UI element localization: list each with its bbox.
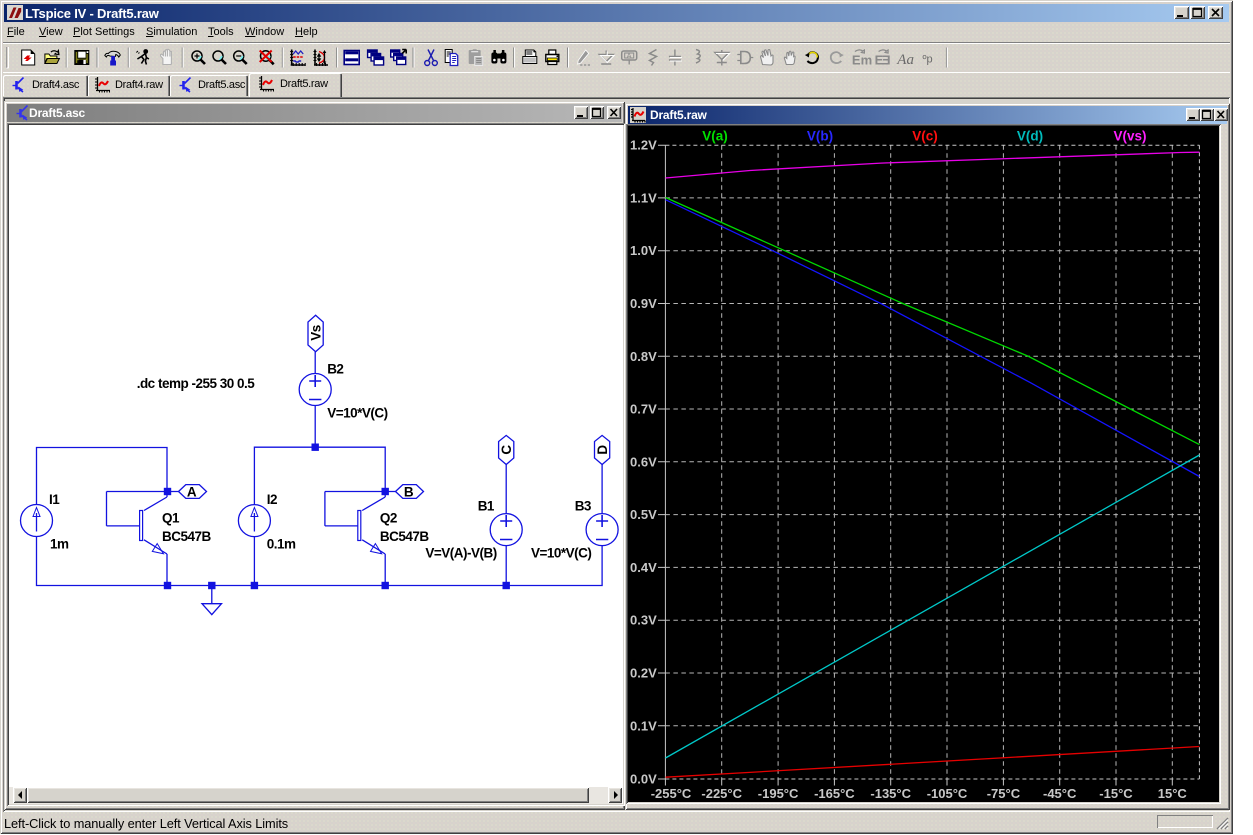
svg-text:-105°C: -105°C xyxy=(927,786,968,801)
svg-text:-15°C: -15°C xyxy=(1099,786,1133,801)
svg-text:.dc temp -255 30 0.5: .dc temp -255 30 0.5 xyxy=(137,376,256,391)
svg-text:0.0V: 0.0V xyxy=(630,772,657,787)
svg-text:I1: I1 xyxy=(49,492,60,507)
svg-text:0.1V: 0.1V xyxy=(630,718,657,733)
svg-text:ºp: ºp xyxy=(923,54,933,66)
svg-text:-75°C: -75°C xyxy=(987,786,1021,801)
svg-text:Ǝ: Ǝ xyxy=(882,53,891,68)
svg-text:B3: B3 xyxy=(575,499,592,514)
svg-text:I2: I2 xyxy=(267,492,277,507)
svg-text:0.4V: 0.4V xyxy=(630,560,657,575)
svg-text:0.6V: 0.6V xyxy=(630,454,657,469)
svg-text:Em: Em xyxy=(852,53,872,68)
svg-text:Q2: Q2 xyxy=(380,511,397,526)
svg-text:C: C xyxy=(499,445,514,455)
svg-text:0.5V: 0.5V xyxy=(630,507,657,522)
svg-text:Vs: Vs xyxy=(308,325,323,341)
svg-text:0.9V: 0.9V xyxy=(630,296,657,311)
svg-text:-135°C: -135°C xyxy=(870,786,911,801)
svg-text:1m: 1m xyxy=(50,537,69,552)
svg-text:1.1V: 1.1V xyxy=(630,190,657,205)
svg-text:0.8V: 0.8V xyxy=(630,349,657,364)
svg-text:Aa: Aa xyxy=(896,52,914,68)
svg-text:0.3V: 0.3V xyxy=(630,613,657,628)
svg-text:-225°C: -225°C xyxy=(701,786,742,801)
svg-text:A: A xyxy=(187,485,197,500)
svg-text:0.7V: 0.7V xyxy=(630,402,657,417)
svg-text:BC547B: BC547B xyxy=(380,529,430,544)
svg-text:15°C: 15°C xyxy=(1158,786,1188,801)
svg-text:-45°C: -45°C xyxy=(1043,786,1077,801)
svg-text:V(d): V(d) xyxy=(1017,129,1043,144)
svg-text:1.0V: 1.0V xyxy=(630,243,657,258)
svg-text:V=10*V(C): V=10*V(C) xyxy=(327,406,387,421)
svg-text:V=10*V(C): V=10*V(C) xyxy=(531,546,591,561)
svg-text:B2: B2 xyxy=(327,362,343,377)
svg-text:V(a): V(a) xyxy=(702,129,728,144)
svg-text:B1: B1 xyxy=(478,499,495,514)
svg-text:V(vs): V(vs) xyxy=(1113,129,1146,144)
svg-text:0.2V: 0.2V xyxy=(630,666,657,681)
svg-text:0.1m: 0.1m xyxy=(267,537,296,552)
svg-text:V=V(A)-V(B): V=V(A)-V(B) xyxy=(425,546,496,561)
svg-text:-195°C: -195°C xyxy=(758,786,799,801)
svg-text:BC547B: BC547B xyxy=(162,529,212,544)
svg-text:Q1: Q1 xyxy=(162,511,180,526)
svg-text:D: D xyxy=(595,445,610,455)
svg-text:B: B xyxy=(404,485,414,500)
svg-text:-255°C: -255°C xyxy=(651,786,692,801)
svg-text:A: A xyxy=(627,53,632,60)
svg-text:-165°C: -165°C xyxy=(814,786,855,801)
svg-text:1.2V: 1.2V xyxy=(630,138,657,153)
svg-text:V(c): V(c) xyxy=(912,129,938,144)
svg-text:V(b): V(b) xyxy=(807,129,833,144)
